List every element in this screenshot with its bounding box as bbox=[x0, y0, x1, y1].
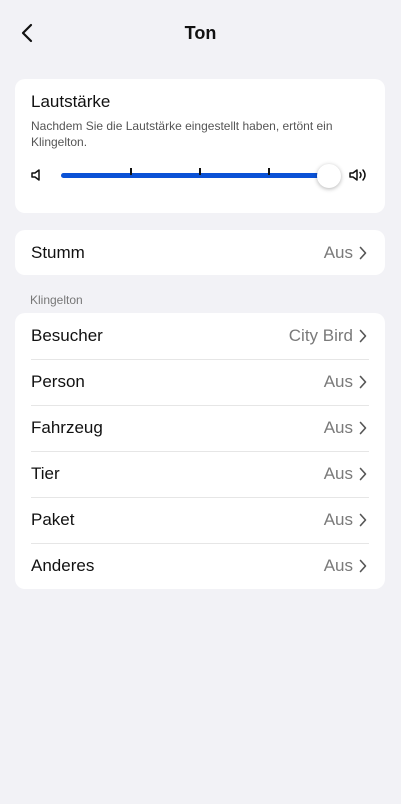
ringtone-row-paket[interactable]: Paket Aus bbox=[15, 497, 385, 543]
slider-tick bbox=[199, 168, 201, 175]
chevron-right-icon bbox=[359, 559, 367, 573]
row-label: Besucher bbox=[31, 326, 103, 345]
volume-slider-thumb[interactable] bbox=[317, 164, 341, 188]
chevron-right-icon bbox=[359, 329, 367, 343]
chevron-right-icon bbox=[359, 375, 367, 389]
row-value: Aus bbox=[323, 510, 353, 529]
header: Ton bbox=[0, 0, 401, 68]
chevron-right-icon bbox=[359, 467, 367, 481]
row-value: Aus bbox=[323, 372, 353, 391]
volume-card: Lautstärke Nachdem Sie die Lautstärke ei… bbox=[15, 79, 385, 213]
row-label: Person bbox=[31, 372, 85, 391]
speaker-low-icon[interactable] bbox=[29, 167, 45, 183]
row-label: Fahrzeug bbox=[31, 418, 103, 437]
mute-label: Stumm bbox=[31, 243, 85, 262]
ringtone-section-label: Klingelton bbox=[30, 293, 83, 307]
speaker-high-icon[interactable] bbox=[348, 166, 370, 184]
volume-title: Lautstärke bbox=[31, 92, 111, 111]
volume-description: Nachdem Sie die Lautstärke eingestellt h… bbox=[31, 119, 333, 149]
ringtone-row-besucher[interactable]: Besucher City Bird bbox=[15, 313, 385, 359]
slider-tick bbox=[268, 168, 270, 175]
mute-card: Stumm Aus bbox=[15, 230, 385, 275]
slider-tick bbox=[130, 168, 132, 175]
chevron-right-icon bbox=[359, 421, 367, 435]
mute-row[interactable]: Stumm Aus bbox=[15, 230, 385, 276]
ringtone-row-person[interactable]: Person Aus bbox=[15, 359, 385, 405]
mute-value: Aus bbox=[323, 243, 353, 262]
page-title: Ton bbox=[184, 23, 217, 43]
row-label: Tier bbox=[31, 464, 60, 483]
row-label: Anderes bbox=[31, 556, 95, 575]
row-value: Aus bbox=[323, 464, 353, 483]
ringtone-row-tier[interactable]: Tier Aus bbox=[15, 451, 385, 497]
ringtone-card: Besucher City Bird Person Aus Fahrzeug A… bbox=[15, 313, 385, 589]
row-value: City Bird bbox=[288, 326, 353, 345]
chevron-right-icon bbox=[359, 246, 367, 260]
ringtone-row-fahrzeug[interactable]: Fahrzeug Aus bbox=[15, 405, 385, 451]
volume-slider-track[interactable] bbox=[61, 168, 328, 178]
chevron-right-icon bbox=[359, 513, 367, 527]
row-label: Paket bbox=[31, 510, 75, 529]
row-value: Aus bbox=[323, 556, 353, 575]
row-value: Aus bbox=[323, 418, 353, 437]
ringtone-row-anderes[interactable]: Anderes Aus bbox=[15, 543, 385, 589]
